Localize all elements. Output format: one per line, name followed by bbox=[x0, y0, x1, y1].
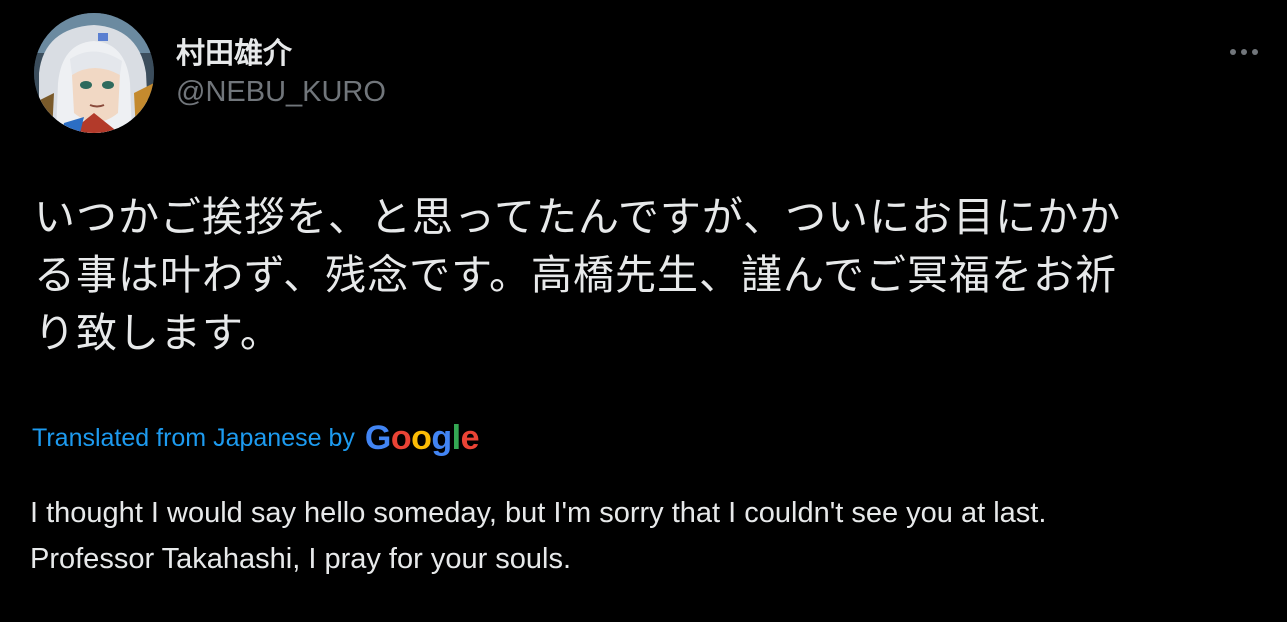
tweet-text: いつかご挨拶を、と思ってたんですが、ついにお目にかか る事は叶わず、残念です。高… bbox=[34, 193, 1122, 357]
more-options-button[interactable] bbox=[1224, 40, 1264, 64]
translation-attribution[interactable]: Translated from Japanese by Google bbox=[32, 414, 480, 462]
google-logo-letter: e bbox=[460, 419, 480, 457]
user-handle[interactable]: @NEBU_KURO bbox=[176, 72, 386, 112]
tweet-card: 村田雄介 @NEBU_KURO いつかご挨拶を、と思ってたんですが、ついにお目に… bbox=[0, 0, 1287, 622]
translated-text: I thought I would say hello someday, but… bbox=[30, 497, 1047, 575]
avatar-image bbox=[34, 13, 154, 133]
google-logo: Google bbox=[364, 419, 480, 457]
tweet-header: 村田雄介 @NEBU_KURO bbox=[34, 13, 386, 133]
author-names: 村田雄介 @NEBU_KURO bbox=[176, 34, 386, 112]
google-logo-letter: l bbox=[451, 419, 461, 457]
google-logo-letter: g bbox=[431, 419, 452, 457]
display-name[interactable]: 村田雄介 bbox=[176, 34, 386, 72]
translated-from-label[interactable]: Translated from Japanese by bbox=[32, 424, 355, 453]
google-logo-letter: o bbox=[411, 419, 432, 457]
more-dots-icon bbox=[1230, 49, 1258, 55]
avatar[interactable] bbox=[34, 13, 154, 133]
google-logo-letter: o bbox=[390, 419, 412, 457]
google-logo-letter: G bbox=[364, 419, 391, 457]
